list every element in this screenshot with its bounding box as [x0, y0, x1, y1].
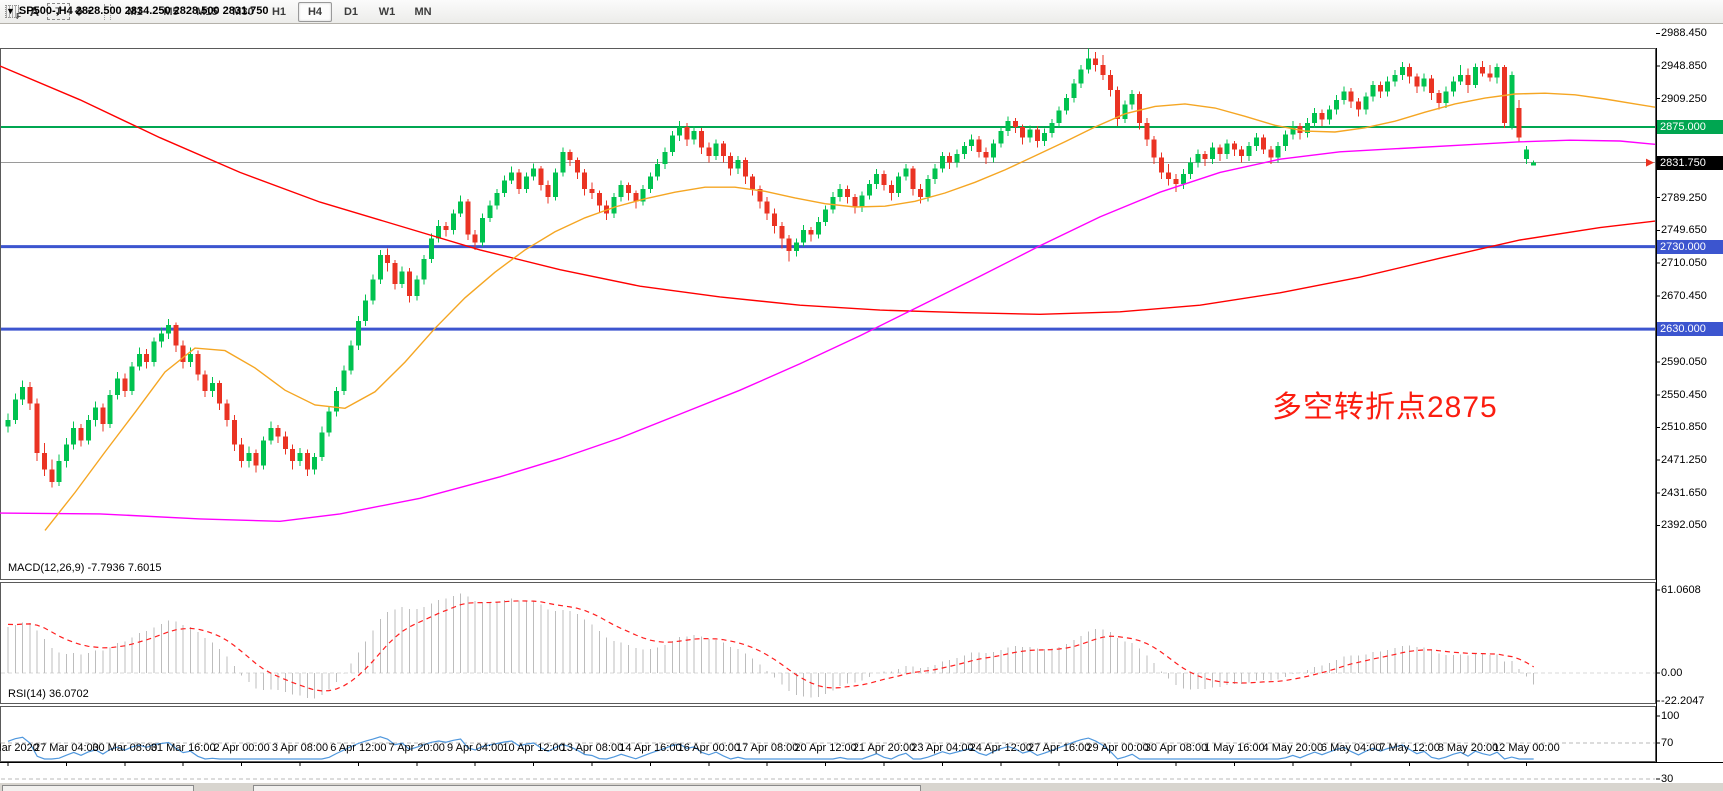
price-axis-label: 2431.650 — [1661, 487, 1707, 499]
timeframe-button-h4[interactable]: H4 — [298, 2, 332, 22]
price-axis-label: 2510.850 — [1661, 421, 1707, 433]
price-axis-label: 2749.650 — [1661, 224, 1707, 236]
rsi-axis-label: 70 — [1661, 737, 1673, 749]
time-axis-label: 16 Apr 00:00 — [678, 742, 740, 754]
chart-expander-icon[interactable]: ▼ — [6, 6, 15, 16]
timeframe-button-mn[interactable]: MN — [406, 2, 440, 22]
time-axis-label: 30 Mar 08:00 — [92, 742, 157, 754]
macd-label: MACD(12,26,9) -7.7936 7.6015 — [8, 562, 161, 574]
terminal-tab-edge — [253, 785, 921, 791]
price-axis-label: 2590.050 — [1661, 356, 1707, 368]
time-axis-label: 12 May 00:00 — [1493, 742, 1560, 754]
time-axis-label: 13 Apr 08:00 — [561, 742, 623, 754]
price-axis-label: 2550.450 — [1661, 389, 1707, 401]
time-axis-label: 27 Apr 16:00 — [1028, 742, 1090, 754]
terminal-tab-edge — [2, 785, 194, 791]
time-axis-label: 6 May 04:00 — [1321, 742, 1382, 754]
price-axis-badge: 2831.750 — [1657, 156, 1723, 170]
panel-splitter[interactable] — [0, 679, 1656, 684]
time-axis-label: 27 Mar 04:00 — [34, 742, 99, 754]
rsi-axis-label: 100 — [1661, 710, 1679, 722]
chart-annotation-text: 多空转折点2875 — [1272, 382, 1498, 426]
price-axis-badge: 2630.000 — [1657, 322, 1723, 336]
chart-title: ▼ SP500-,H4 2828.500 2834.250 2828.500 28… — [6, 5, 269, 17]
price-axis-badge: 2730.000 — [1657, 240, 1723, 254]
macd-axis-label: 0.00 — [1661, 667, 1682, 679]
price-axis-label: 2909.250 — [1661, 93, 1707, 105]
time-axis-label: 2 Apr 00:00 — [213, 742, 269, 754]
time-axis-label: 10 Apr 12:00 — [502, 742, 564, 754]
price-axis-label: 2392.050 — [1661, 519, 1707, 531]
price-axis-label: 2948.850 — [1661, 60, 1707, 72]
time-axis-label: 9 Apr 04:00 — [447, 742, 503, 754]
timeframe-button-w1[interactable]: W1 — [370, 2, 404, 22]
price-axis-label: 2988.450 — [1661, 27, 1707, 39]
time-axis-label: 21 Apr 20:00 — [853, 742, 915, 754]
price-axis-badge: 2875.000 — [1657, 120, 1723, 134]
price-axis-label: 2789.250 — [1661, 192, 1707, 204]
rsi-label: RSI(14) 36.0702 — [8, 688, 89, 700]
time-axis-label: 29 Apr 00:00 — [1086, 742, 1148, 754]
price-axis-label: 2710.050 — [1661, 257, 1707, 269]
timeframe-button-d1[interactable]: D1 — [334, 2, 368, 22]
time-axis-label: 17 Apr 08:00 — [736, 742, 798, 754]
time-axis-label: 31 Mar 16:00 — [151, 742, 216, 754]
time-axis-label: 7 Apr 20:00 — [389, 742, 445, 754]
macd-axis-label: 61.0608 — [1661, 584, 1701, 596]
time-axis-label: 20 Apr 12:00 — [794, 742, 856, 754]
time-axis-label: 4 May 20:00 — [1263, 742, 1324, 754]
chart-symbol: SP500-,H4 — [19, 5, 73, 17]
time-axis-label: 3 Apr 08:00 — [272, 742, 328, 754]
terminal-edge — [0, 783, 1723, 791]
panel-splitter[interactable] — [0, 553, 1656, 558]
time-axis-label: 8 May 20:00 — [1438, 742, 1499, 754]
time-axis-label: 24 Apr 12:00 — [970, 742, 1032, 754]
time-axis-label: 7 May 12:00 — [1379, 742, 1440, 754]
time-axis-label: 23 Apr 04:00 — [911, 742, 973, 754]
trading-platform-window: F A T ❖ ▾ M1M5M15M30H1H4D1W1MN ▼SP500-,H… — [0, 0, 1723, 791]
price-axis-label: 2471.250 — [1661, 454, 1707, 466]
time-axis-label: 1 May 16:00 — [1204, 742, 1265, 754]
time-axis-label: 6 Apr 12:00 — [330, 742, 386, 754]
chart-ohlc: 2828.500 2834.250 2828.500 2831.750 — [76, 5, 269, 17]
price-axis-label: 2670.450 — [1661, 290, 1707, 302]
macd-axis-label: -22.2047 — [1661, 695, 1704, 707]
time-axis-label: 30 Apr 08:00 — [1145, 742, 1207, 754]
time-axis-label: 14 Apr 16:00 — [619, 742, 681, 754]
